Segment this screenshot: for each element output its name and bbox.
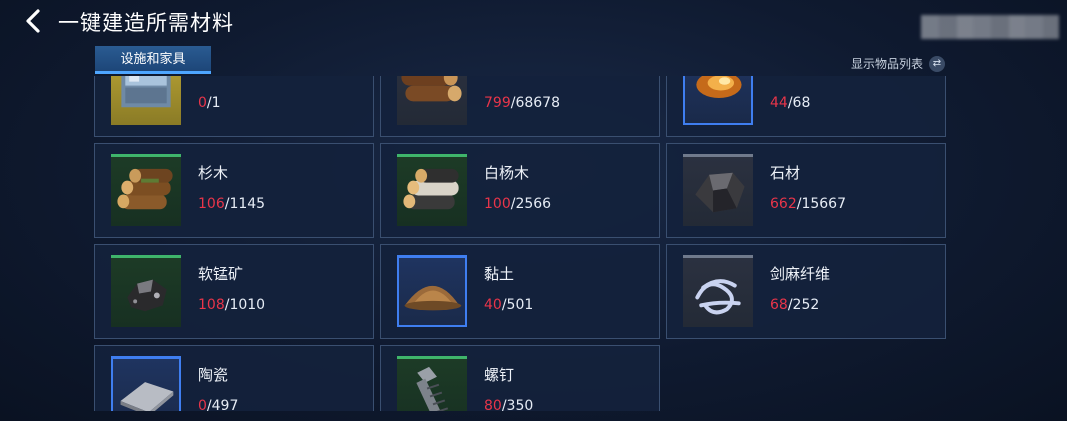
owned-quantity: 44 bbox=[770, 95, 788, 111]
show-item-list-label: 显示物品列表 bbox=[850, 57, 923, 71]
stone-icon bbox=[683, 154, 753, 226]
swap-icon: ⇄ bbox=[929, 55, 945, 72]
ceramic-tile-icon bbox=[111, 356, 181, 411]
owned-quantity: 108 bbox=[198, 297, 225, 313]
show-item-list-button[interactable]: 显示物品列表 ⇄ bbox=[851, 55, 945, 72]
owned-quantity: 40 bbox=[484, 297, 502, 313]
material-card[interactable]: 剑麻纤维 68/252 bbox=[666, 244, 946, 339]
material-card[interactable]: 白杨木 100/2566 bbox=[380, 143, 660, 238]
material-count: 40/501 bbox=[484, 297, 533, 313]
material-name: 陶瓷 bbox=[198, 366, 229, 384]
back-arrow-icon[interactable] bbox=[22, 8, 48, 34]
material-card[interactable]: 螺钉 80/350 bbox=[380, 345, 660, 411]
required-quantity: 497 bbox=[211, 398, 239, 411]
log-icon bbox=[397, 76, 467, 125]
material-name: 剑麻纤维 bbox=[770, 265, 831, 283]
fir-log-icon bbox=[111, 154, 181, 226]
required-quantity: 15667 bbox=[801, 196, 846, 212]
material-name: 软锰矿 bbox=[198, 265, 244, 283]
material-count: 0/497 bbox=[198, 398, 238, 411]
material-count: 44/68 bbox=[770, 95, 810, 111]
tab-facilities-furniture[interactable]: 设施和家具 bbox=[95, 46, 211, 74]
material-card[interactable]: 石材 662/15667 bbox=[666, 143, 946, 238]
material-count: 0/1 bbox=[198, 95, 221, 111]
required-quantity: 501 bbox=[506, 297, 534, 313]
owned-quantity: 0 bbox=[198, 95, 207, 111]
required-quantity: 350 bbox=[506, 398, 534, 411]
material-name: 白杨木 bbox=[484, 164, 530, 182]
material-card[interactable]: 陶瓷 0/497 bbox=[94, 345, 374, 411]
required-quantity: 68 bbox=[792, 95, 811, 111]
material-name: 石材 bbox=[770, 164, 801, 182]
fiber-icon bbox=[683, 255, 753, 327]
material-name: 黏土 bbox=[484, 265, 515, 283]
material-card[interactable]: 0/1 bbox=[94, 76, 374, 137]
material-card[interactable]: 黏土 40/501 bbox=[380, 244, 660, 339]
blurred-user-info bbox=[921, 15, 1059, 39]
screw-icon bbox=[397, 356, 467, 411]
material-count: 108/1010 bbox=[198, 297, 265, 313]
material-count: 106/1145 bbox=[198, 196, 265, 212]
material-count: 100/2566 bbox=[484, 196, 551, 212]
material-card[interactable]: 799/68678 bbox=[380, 76, 660, 137]
owned-quantity: 100 bbox=[484, 196, 511, 212]
material-card[interactable]: 44/68 bbox=[666, 76, 946, 137]
required-quantity: 1 bbox=[211, 95, 221, 111]
ember-icon bbox=[683, 76, 753, 125]
owned-quantity: 662 bbox=[770, 196, 797, 212]
material-card[interactable]: 杉木 106/1145 bbox=[94, 143, 374, 238]
material-count: 80/350 bbox=[484, 398, 533, 411]
materials-scroll-area[interactable]: 0/1 799/68678 44/68 杉木 106/1145 白杨木 100/2566 石材… bbox=[94, 76, 954, 411]
material-name: 螺钉 bbox=[484, 366, 515, 384]
material-count: 662/15667 bbox=[770, 196, 846, 212]
page-title: 一键建造所需材料 bbox=[58, 11, 234, 35]
required-quantity: 1010 bbox=[229, 297, 266, 313]
owned-quantity: 0 bbox=[198, 398, 207, 411]
required-quantity: 252 bbox=[792, 297, 820, 313]
material-name: 杉木 bbox=[198, 164, 229, 182]
required-quantity: 2566 bbox=[515, 196, 552, 212]
owned-quantity: 799 bbox=[484, 95, 511, 111]
required-quantity: 1145 bbox=[229, 196, 266, 212]
material-card[interactable]: 软锰矿 108/1010 bbox=[94, 244, 374, 339]
owned-quantity: 68 bbox=[770, 297, 788, 313]
crate-icon bbox=[111, 76, 181, 125]
poplar-log-icon bbox=[397, 154, 467, 226]
top-bar: 一键建造所需材料 bbox=[0, 0, 1067, 44]
required-quantity: 68678 bbox=[515, 95, 560, 111]
material-count: 68/252 bbox=[770, 297, 819, 313]
clay-pile-icon bbox=[397, 255, 467, 327]
material-count: 799/68678 bbox=[484, 95, 560, 111]
ore-icon bbox=[111, 255, 181, 327]
owned-quantity: 80 bbox=[484, 398, 502, 411]
owned-quantity: 106 bbox=[198, 196, 225, 212]
